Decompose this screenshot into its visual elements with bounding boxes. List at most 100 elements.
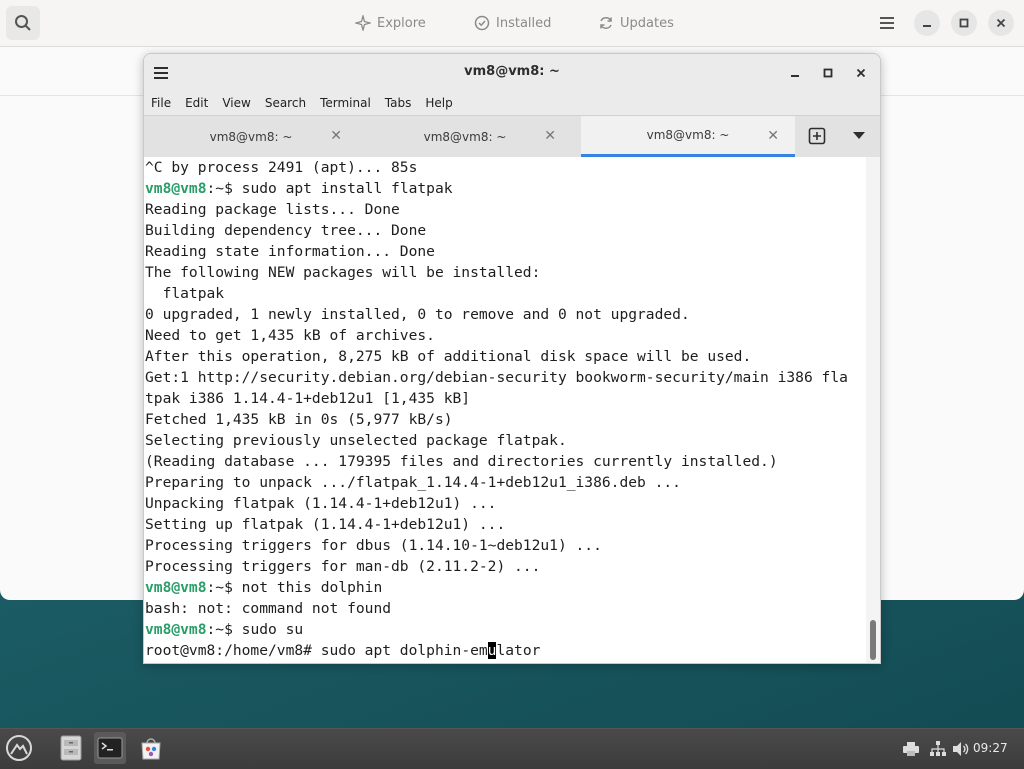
terminal-input-line[interactable]: root@vm8:/home/vm8# sudo apt dolphin-emu… bbox=[144, 640, 866, 661]
line-text: After this operation, 8,275 kB of additi… bbox=[145, 348, 752, 365]
prompt-suffix: :~$ bbox=[206, 621, 242, 638]
maximize-icon bbox=[959, 18, 969, 28]
new-tab-button[interactable] bbox=[804, 125, 830, 147]
tab-explore[interactable]: Explore bbox=[355, 12, 426, 34]
terminal-output-line: Building dependency tree... Done bbox=[144, 220, 866, 241]
terminal-output-line: Selecting previously unselected package … bbox=[144, 430, 866, 451]
line-text: not this dolphin bbox=[241, 579, 383, 596]
terminal-output-line: Unpacking flatpak (1.14.4-1+deb12u1) ... bbox=[144, 493, 866, 514]
software-header: Explore Installed Updates bbox=[0, 0, 1024, 47]
printer-indicator[interactable] bbox=[903, 740, 919, 758]
terminal-output-line: tpak i386 1.14.4-1+deb12u1 [1,435 kB] bbox=[144, 388, 866, 409]
minimize-icon bbox=[923, 25, 931, 27]
new-tab-icon bbox=[808, 127, 826, 145]
tab-close-icon[interactable]: ✕ bbox=[544, 128, 556, 144]
line-text: Fetched 1,435 kB in 0s (5,977 kB/s) bbox=[145, 411, 453, 428]
maximize-button[interactable] bbox=[951, 10, 977, 36]
typed-text-after-cursor: lator bbox=[496, 642, 541, 659]
terminal-menubar: File Edit View Search Terminal Tabs Help bbox=[144, 91, 880, 115]
terminal-output-line: After this operation, 8,275 kB of additi… bbox=[144, 346, 866, 367]
search-icon bbox=[15, 15, 31, 31]
terminal-output-line: 0 upgraded, 1 newly installed, 0 to remo… bbox=[144, 304, 866, 325]
terminal-taskbar-button[interactable] bbox=[94, 732, 126, 764]
close-icon bbox=[996, 18, 1006, 28]
line-text: Selecting previously unselected package … bbox=[145, 432, 567, 449]
menu-edit[interactable]: Edit bbox=[178, 96, 215, 110]
explore-icon bbox=[355, 15, 371, 31]
terminal-output-line: Processing triggers for dbus (1.14.10-1~… bbox=[144, 535, 866, 556]
tab-close-icon[interactable]: ✕ bbox=[767, 128, 779, 144]
tab-updates-label: Updates bbox=[620, 15, 674, 31]
volume-indicator[interactable] bbox=[952, 740, 970, 758]
tab-list-button[interactable] bbox=[846, 125, 872, 147]
terminal-window: vm8@vm8: ~ File Edit View Search Termina… bbox=[143, 53, 881, 664]
close-icon bbox=[856, 68, 866, 78]
terminal-tab-1[interactable]: vm8@vm8: ~ ✕ bbox=[144, 116, 358, 157]
minimize-button[interactable] bbox=[914, 10, 940, 36]
terminal-output-line: flatpak bbox=[144, 283, 866, 304]
line-text: 0 upgraded, 1 newly installed, 0 to remo… bbox=[145, 306, 690, 323]
software-taskbar-button[interactable] bbox=[135, 732, 167, 764]
network-indicator[interactable] bbox=[930, 740, 946, 758]
line-text: (Reading database ... 179395 files and d… bbox=[145, 453, 778, 470]
menu-file[interactable]: File bbox=[144, 96, 178, 110]
line-text: Processing triggers for man-db (2.11.2-2… bbox=[145, 558, 541, 575]
line-text: bash: not: command not found bbox=[145, 600, 392, 617]
line-text: Need to get 1,435 kB of archives. bbox=[145, 327, 435, 344]
terminal-command-line: vm8@vm8:~$ sudo apt install flatpak bbox=[144, 178, 866, 199]
terminal-tab-2[interactable]: vm8@vm8: ~ ✕ bbox=[358, 116, 572, 157]
terminal-minimize-button[interactable] bbox=[784, 62, 806, 84]
line-text: Reading state information... Done bbox=[145, 243, 435, 260]
terminal-tab-label: vm8@vm8: ~ bbox=[646, 128, 730, 142]
network-icon bbox=[930, 741, 946, 756]
terminal-scrollbar[interactable] bbox=[866, 157, 880, 663]
terminal-output-line: Fetched 1,435 kB in 0s (5,977 kB/s) bbox=[144, 409, 866, 430]
terminal-output-line: (Reading database ... 179395 files and d… bbox=[144, 451, 866, 472]
terminal-output-line: Need to get 1,435 kB of archives. bbox=[144, 325, 866, 346]
hamburger-icon bbox=[880, 17, 894, 29]
terminal-output-line: Reading state information... Done bbox=[144, 241, 866, 262]
prompt-suffix: :~$ bbox=[206, 180, 242, 197]
terminal-maximize-button[interactable] bbox=[817, 62, 839, 84]
chevron-down-icon bbox=[853, 132, 865, 139]
menu-view[interactable]: View bbox=[215, 96, 257, 110]
updates-icon bbox=[600, 17, 612, 29]
terminal-tab-3[interactable]: vm8@vm8: ~ ✕ bbox=[581, 116, 795, 157]
menu-tabs[interactable]: Tabs bbox=[378, 96, 419, 110]
line-text: Building dependency tree... Done bbox=[145, 222, 427, 239]
terminal-output-line: Get:1 http://security.debian.org/debian-… bbox=[144, 367, 866, 388]
terminal-titlebar[interactable]: vm8@vm8: ~ bbox=[144, 54, 880, 91]
line-text: Setting up flatpak (1.14.4-1+deb12u1) ..… bbox=[145, 516, 506, 533]
menu-terminal[interactable]: Terminal bbox=[313, 96, 378, 110]
tab-close-icon[interactable]: ✕ bbox=[330, 128, 342, 144]
tab-installed[interactable]: Installed bbox=[474, 12, 551, 34]
tab-updates[interactable]: Updates bbox=[598, 12, 674, 34]
terminal-close-button[interactable] bbox=[850, 62, 872, 84]
prompt-suffix: :~$ bbox=[206, 579, 242, 596]
scrollbar-thumb[interactable] bbox=[870, 620, 876, 660]
file-manager-button[interactable] bbox=[55, 732, 87, 764]
terminal-title: vm8@vm8: ~ bbox=[464, 64, 560, 79]
terminal-output[interactable]: ^C by process 2491 (apt)... 85s vm8@vm8:~… bbox=[144, 157, 866, 663]
line-text: Unpacking flatpak (1.14.4-1+deb12u1) ... bbox=[145, 495, 497, 512]
minimize-icon bbox=[791, 75, 799, 77]
line-text: Preparing to unpack .../flatpak_1.14.4-1… bbox=[145, 474, 681, 491]
menu-search[interactable]: Search bbox=[258, 96, 313, 110]
line-text: flatpak bbox=[145, 285, 225, 302]
menu-button[interactable] bbox=[874, 10, 900, 36]
terminal-output-line: Processing triggers for man-db (2.11.2-2… bbox=[144, 556, 866, 577]
terminal-output-line: The following NEW packages will be insta… bbox=[144, 262, 866, 283]
close-button[interactable] bbox=[988, 10, 1014, 36]
prompt-user: vm8@vm8 bbox=[145, 621, 207, 638]
clock[interactable]: 09:27 bbox=[973, 741, 1008, 755]
volume-icon bbox=[953, 742, 969, 756]
terminal-output-line: ^C by process 2491 (apt)... 85s bbox=[144, 157, 866, 178]
app-menu-button[interactable] bbox=[2, 732, 36, 764]
tab-installed-label: Installed bbox=[496, 15, 552, 31]
menu-help[interactable]: Help bbox=[418, 96, 459, 110]
terminal-command-line: vm8@vm8:~$ sudo su bbox=[144, 619, 866, 640]
terminal-tab-label: vm8@vm8: ~ bbox=[423, 129, 507, 144]
terminal-output-line: bash: not: command not found bbox=[144, 598, 866, 619]
line-text: The following NEW packages will be insta… bbox=[145, 264, 541, 281]
search-button[interactable] bbox=[6, 6, 40, 40]
